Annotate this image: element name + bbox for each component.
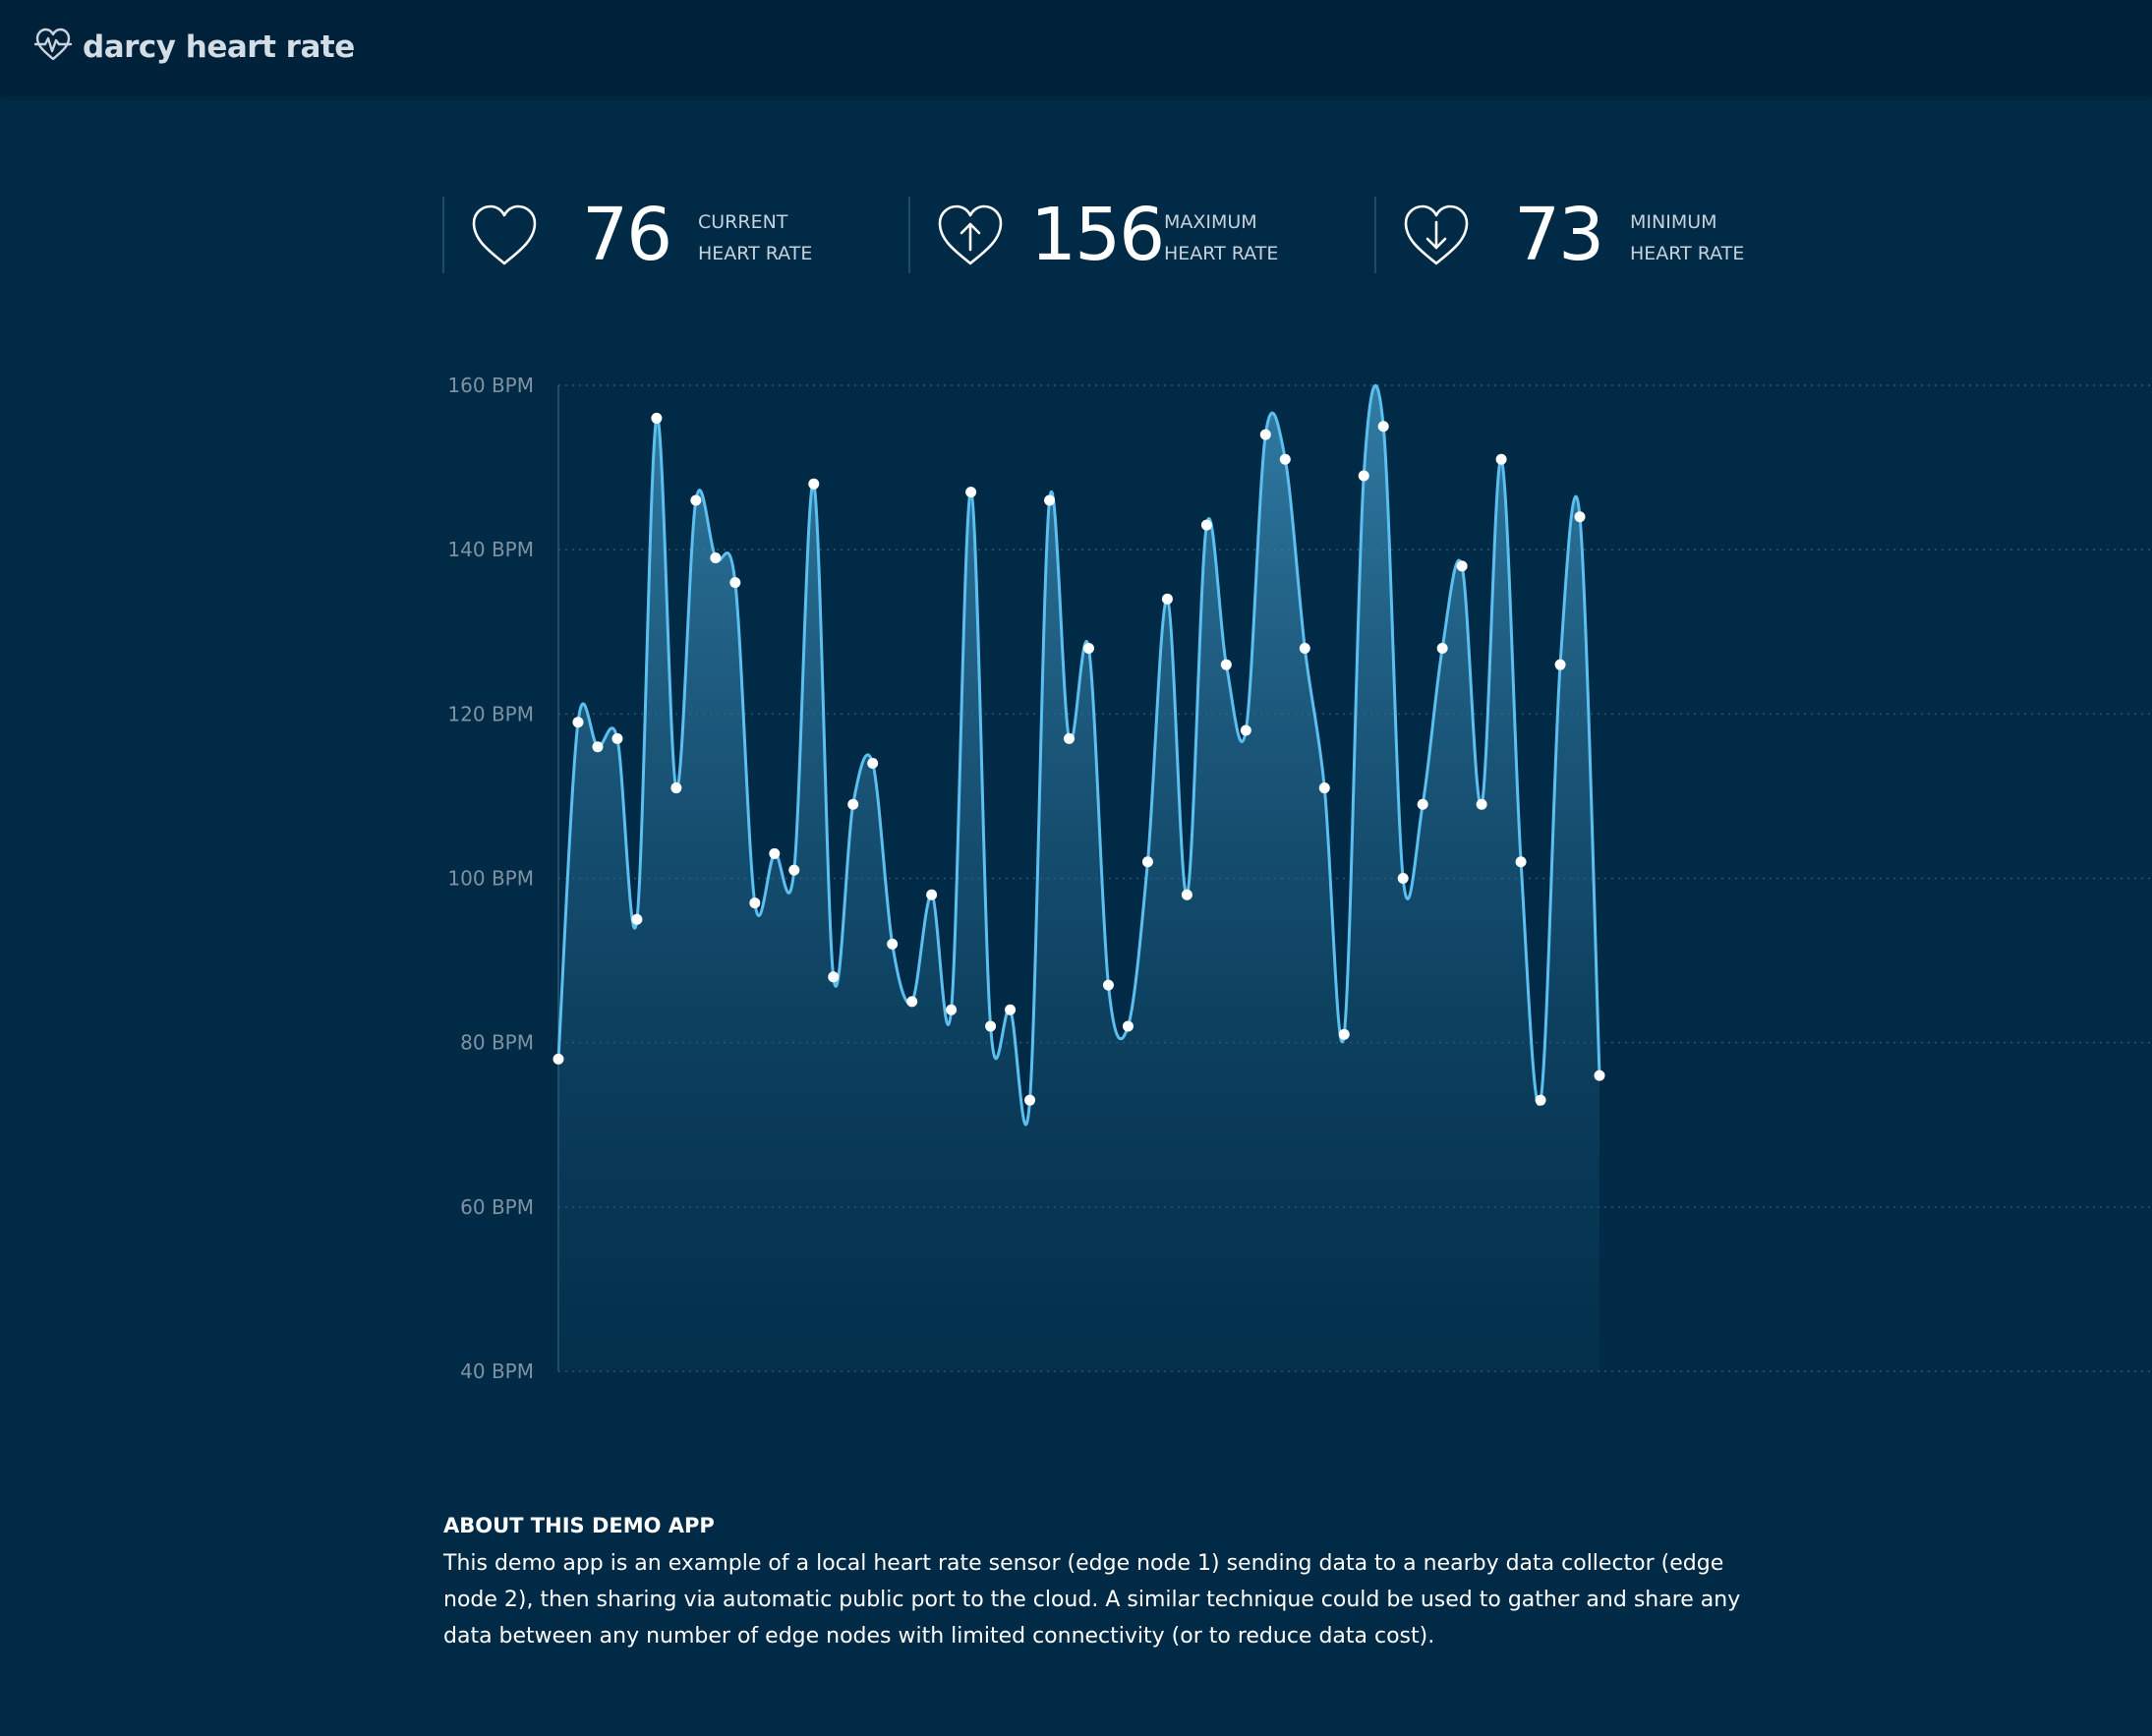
data-point[interactable] — [1535, 1094, 1546, 1106]
label-line-1: MINIMUM — [1630, 211, 1717, 233]
top-bar: darcy heart rate — [0, 0, 2152, 94]
data-point[interactable] — [1122, 1020, 1134, 1032]
data-point[interactable] — [690, 494, 702, 506]
y-tick-label: 80 BPM — [460, 1031, 534, 1055]
data-point[interactable] — [847, 798, 859, 810]
stat-minimum-heart-rate: 73 MINIMUM HEART RATE — [1374, 197, 1838, 273]
data-point[interactable] — [651, 412, 663, 424]
maximum-heart-rate-label: MAXIMUM HEART RATE — [1164, 206, 1278, 269]
data-point[interactable] — [1044, 494, 1056, 506]
data-point[interactable] — [1495, 453, 1507, 465]
label-line-2: HEART RATE — [1164, 243, 1279, 264]
data-point[interactable] — [946, 1004, 958, 1015]
data-point[interactable] — [1082, 642, 1094, 654]
y-tick-label: 120 BPM — [447, 702, 534, 725]
app-title: darcy heart rate — [83, 29, 355, 65]
heart-pulse-icon — [33, 26, 73, 69]
data-point[interactable] — [828, 971, 840, 983]
label-line-1: MAXIMUM — [1164, 211, 1257, 233]
current-heart-rate-value: 76 — [582, 193, 672, 277]
data-point[interactable] — [1200, 519, 1212, 531]
data-point[interactable] — [1476, 798, 1487, 810]
heart-icon — [470, 203, 539, 267]
data-point[interactable] — [1064, 732, 1076, 744]
data-point[interactable] — [1161, 593, 1173, 605]
data-point[interactable] — [729, 577, 741, 589]
data-point[interactable] — [631, 913, 643, 925]
data-point[interactable] — [1220, 659, 1232, 670]
data-point[interactable] — [1259, 429, 1271, 440]
label-line-2: HEART RATE — [698, 243, 813, 264]
heart-arrow-down-icon — [1402, 203, 1471, 267]
data-point[interactable] — [1141, 856, 1153, 868]
data-point[interactable] — [592, 741, 604, 753]
data-point[interactable] — [1515, 856, 1527, 868]
data-point[interactable] — [1299, 642, 1310, 654]
data-point[interactable] — [769, 847, 781, 859]
data-point[interactable] — [1318, 782, 1330, 794]
stats-row: 76 CURRENT HEART RATE 156 MAXIMUM HEART … — [442, 197, 1858, 275]
data-point[interactable] — [1456, 560, 1468, 572]
data-point[interactable] — [985, 1020, 997, 1032]
maximum-heart-rate-value: 156 — [1030, 193, 1165, 277]
y-tick-label: 160 BPM — [447, 374, 534, 397]
data-point[interactable] — [670, 782, 682, 794]
data-point[interactable] — [926, 889, 938, 900]
data-point[interactable] — [1181, 889, 1192, 900]
data-point[interactable] — [1024, 1094, 1036, 1106]
data-point[interactable] — [965, 487, 977, 498]
data-point[interactable] — [553, 1053, 564, 1065]
area-layer — [556, 383, 1601, 1371]
data-point[interactable] — [1240, 724, 1251, 736]
about-section: ABOUT THIS DEMO APP This demo app is an … — [443, 1514, 1780, 1654]
data-point[interactable] — [1005, 1004, 1017, 1015]
data-point[interactable] — [1102, 979, 1114, 991]
data-point[interactable] — [906, 996, 918, 1008]
data-point[interactable] — [808, 478, 820, 490]
data-point[interactable] — [1554, 659, 1566, 670]
y-tick-label: 140 BPM — [447, 538, 534, 561]
about-title: ABOUT THIS DEMO APP — [443, 1514, 715, 1537]
data-point[interactable] — [1417, 798, 1428, 810]
y-tick-label: 100 BPM — [447, 867, 534, 891]
current-heart-rate-label: CURRENT HEART RATE — [698, 206, 812, 269]
data-point[interactable] — [710, 552, 722, 564]
data-point[interactable] — [1397, 873, 1409, 884]
data-point[interactable] — [749, 897, 761, 909]
stat-current-heart-rate: 76 CURRENT HEART RATE — [442, 197, 906, 273]
label-line-2: HEART RATE — [1630, 243, 1745, 264]
minimum-heart-rate-value: 73 — [1514, 193, 1604, 277]
data-point[interactable] — [1436, 642, 1448, 654]
brand[interactable]: darcy heart rate — [33, 26, 355, 69]
heart-arrow-up-icon — [936, 203, 1005, 267]
data-point[interactable] — [887, 938, 899, 950]
data-point[interactable] — [1377, 421, 1389, 433]
heart-rate-chart-svg: 40 BPM 60 BPM 80 BPM 100 BPM 120 BPM 140 BPM 1… — [447, 374, 2152, 1383]
heart-rate-chart: 40 BPM 60 BPM 80 BPM 100 BPM 120 BPM 140 BPM 1… — [0, 354, 2152, 1416]
data-point[interactable] — [1594, 1070, 1605, 1081]
about-body: This demo app is an example of a local h… — [443, 1551, 1741, 1649]
label-line-1: CURRENT — [698, 211, 788, 233]
minimum-heart-rate-label: MINIMUM HEART RATE — [1630, 206, 1744, 269]
y-tick-label: 60 BPM — [460, 1195, 534, 1219]
data-point[interactable] — [611, 732, 623, 744]
y-tick-label: 40 BPM — [460, 1360, 534, 1383]
data-point[interactable] — [1279, 453, 1291, 465]
data-point[interactable] — [1358, 470, 1369, 482]
data-point[interactable] — [788, 864, 800, 876]
data-point[interactable] — [1574, 511, 1586, 523]
data-point[interactable] — [572, 717, 584, 728]
heart-rate-area-fill — [558, 385, 1599, 1371]
stat-maximum-heart-rate: 156 MAXIMUM HEART RATE — [908, 197, 1372, 273]
data-point[interactable] — [867, 757, 879, 769]
data-point[interactable] — [1338, 1028, 1350, 1040]
